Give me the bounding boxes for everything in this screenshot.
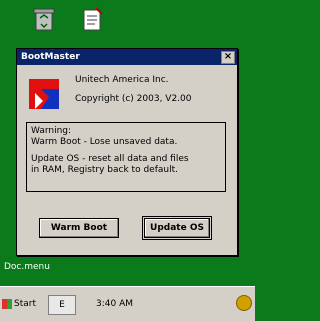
- notepad-icon[interactable]: [78, 4, 106, 34]
- dialog-titlebar: BootMaster ×: [17, 49, 237, 65]
- desktop-label: Doc.menu: [4, 262, 50, 272]
- taskbar: Start E 3:40 AM: [0, 286, 255, 321]
- warm-boot-button[interactable]: Warm Boot: [39, 218, 119, 238]
- close-button[interactable]: ×: [221, 51, 235, 64]
- windows-flag-icon: [2, 298, 12, 309]
- tray-status-icon[interactable]: [236, 295, 252, 311]
- system-tray-text: 3:40 AM: [96, 299, 133, 309]
- start-button[interactable]: Start: [2, 295, 42, 313]
- dialog-title: BootMaster: [21, 52, 80, 62]
- message-line: Warning:: [31, 126, 72, 136]
- message-line: Warm Boot - Lose unsaved data.: [31, 137, 178, 147]
- desktop: BootMaster × Unitech America Inc. Copyri…: [0, 0, 255, 321]
- bootmaster-dialog: BootMaster × Unitech America Inc. Copyri…: [16, 48, 238, 256]
- warning-message: Warning: Warm Boot - Lose unsaved data. …: [26, 122, 226, 192]
- input-panel-button[interactable]: E: [48, 295, 76, 315]
- update-os-button[interactable]: Update OS: [142, 216, 212, 240]
- company-name: Unitech America Inc.: [75, 75, 169, 85]
- copyright-text: Copyright (c) 2003, V2.00: [75, 94, 192, 104]
- message-line: in RAM, Registry back to default.: [31, 165, 178, 175]
- message-line: Update OS - reset all data and files: [31, 154, 189, 164]
- start-label: Start: [14, 299, 36, 309]
- unitech-logo-icon: [29, 79, 59, 109]
- recycle-bin-icon[interactable]: [30, 4, 58, 34]
